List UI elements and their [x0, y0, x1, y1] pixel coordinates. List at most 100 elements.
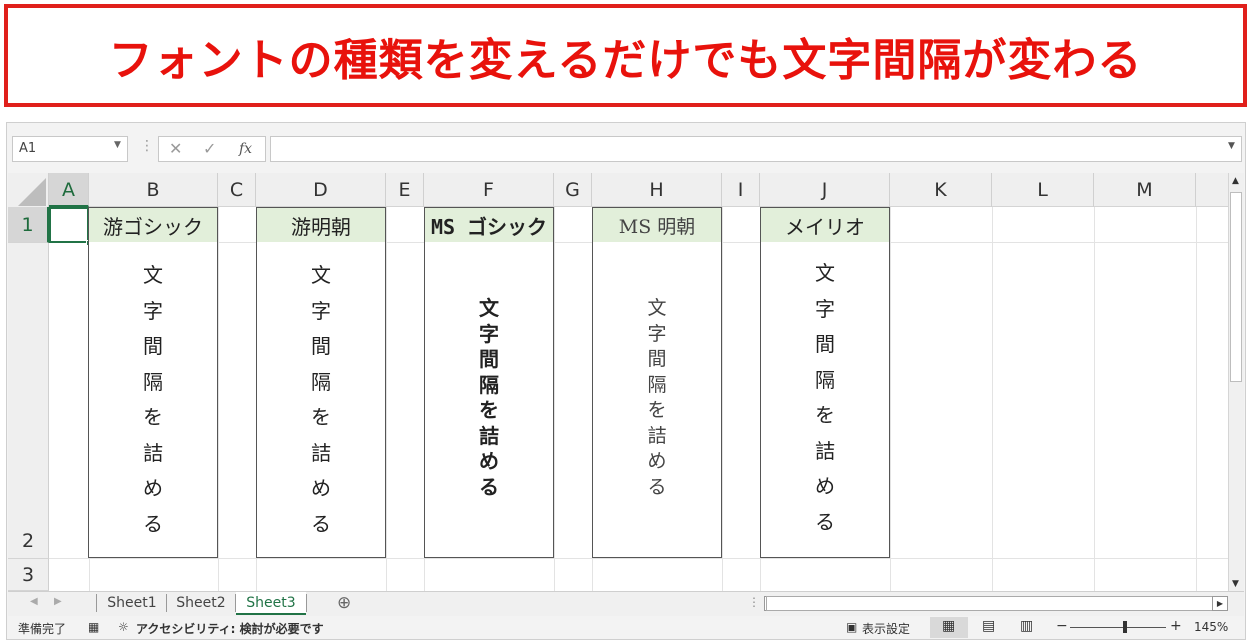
- column-header-f[interactable]: F: [424, 173, 554, 207]
- grid-line: [386, 207, 387, 591]
- sample-char: る: [143, 511, 163, 536]
- tab-sheet3[interactable]: Sheet3: [236, 592, 306, 615]
- drag-handle-icon[interactable]: ⋮: [140, 138, 154, 154]
- select-all-triangle-icon[interactable]: [18, 178, 46, 206]
- grid-line: [1196, 207, 1197, 591]
- sample-char: 隔: [647, 373, 667, 396]
- vertical-scroll-thumb[interactable]: [1230, 192, 1242, 382]
- split-handle-icon[interactable]: ⋮: [748, 595, 760, 609]
- font-sample-ms-mincho[interactable]: 文 字 間 隔 を 詰 め る: [592, 242, 722, 558]
- sample-char: 隔: [815, 367, 835, 392]
- sample-char: 詰: [143, 440, 163, 465]
- sample-char: 字: [479, 321, 499, 346]
- sample-char: 間: [143, 334, 163, 358]
- sample-char: 字: [647, 322, 667, 345]
- active-cell-a1[interactable]: [49, 207, 89, 243]
- sample-char: 文: [479, 296, 499, 320]
- zoom-out-icon[interactable]: −: [1056, 618, 1068, 634]
- banner-title: フォントの種類を変えるだけでも文字間隔が変わる: [108, 34, 1143, 86]
- column-header-m[interactable]: M: [1094, 173, 1196, 207]
- font-sample-meiryo[interactable]: 文 字 間 隔 を 詰 め る: [760, 242, 890, 558]
- font-sample-ms-gothic[interactable]: 文 字 間 隔 を 詰 め る: [424, 242, 554, 558]
- column-header-k[interactable]: K: [890, 173, 992, 207]
- zoom-level[interactable]: 145%: [1194, 620, 1228, 634]
- font-header-yu-gothic[interactable]: 游ゴシック: [88, 207, 218, 243]
- sample-char: 字: [311, 298, 331, 323]
- column-header-e[interactable]: E: [386, 173, 424, 207]
- zoom-slider-thumb[interactable]: [1123, 621, 1127, 633]
- sample-char: め: [143, 476, 163, 500]
- display-settings-icon[interactable]: ▣: [846, 620, 857, 634]
- sample-char: 詰: [647, 424, 667, 447]
- sample-char: 字: [143, 298, 163, 323]
- cancel-icon[interactable]: ✕: [169, 139, 182, 158]
- sample-char: 詰: [311, 440, 331, 465]
- insert-function-icon[interactable]: fx: [239, 141, 252, 157]
- tab-divider: [96, 594, 97, 612]
- add-sheet-icon[interactable]: ⊕: [337, 593, 351, 613]
- next-sheet-icon[interactable]: ▶: [54, 596, 62, 607]
- title-banner: フォントの種類を変えるだけでも文字間隔が変わる: [4, 4, 1247, 107]
- sample-char: を: [311, 405, 331, 429]
- formula-input[interactable]: [270, 136, 1242, 162]
- font-header-ms-mincho[interactable]: MS 明朝: [592, 207, 722, 243]
- sample-char: 隔: [311, 369, 331, 394]
- page-layout-view-icon[interactable]: ▤: [982, 618, 995, 634]
- chevron-down-icon[interactable]: ▼: [114, 140, 121, 150]
- column-header-b[interactable]: B: [89, 173, 218, 207]
- column-header-g[interactable]: G: [554, 173, 592, 207]
- font-header-ms-gothic[interactable]: MS ゴシック: [424, 207, 554, 243]
- column-headers: A B C D E F G H I J K L M: [8, 173, 1238, 207]
- scroll-right-icon[interactable]: ▶: [1212, 596, 1228, 611]
- page-break-view-icon[interactable]: ▥: [1020, 618, 1033, 634]
- sample-char: 文: [311, 263, 331, 287]
- display-settings-label[interactable]: 表示設定: [862, 620, 910, 637]
- name-box[interactable]: A1: [12, 136, 128, 162]
- sample-char: 間: [815, 332, 835, 356]
- zoom-slider-track[interactable]: [1070, 627, 1166, 628]
- sample-char: る: [815, 509, 835, 534]
- grid-line: [554, 207, 555, 591]
- tab-sheet1[interactable]: Sheet1: [98, 592, 166, 615]
- grid-line: [218, 207, 219, 591]
- expand-formula-bar-icon[interactable]: ▼: [1228, 141, 1235, 151]
- grid-line: [49, 558, 1229, 559]
- column-header-d[interactable]: D: [256, 173, 386, 207]
- enter-icon[interactable]: ✓: [203, 139, 216, 158]
- sample-char: め: [479, 449, 499, 473]
- accessibility-icon[interactable]: ☼: [118, 620, 129, 634]
- normal-view-icon[interactable]: ▦: [942, 618, 955, 634]
- scroll-down-icon[interactable]: ▼: [1232, 579, 1239, 589]
- font-sample-yu-gothic[interactable]: 文 字 間 隔 を 詰 め る: [88, 242, 218, 558]
- row-header-2[interactable]: 2: [8, 243, 49, 559]
- sample-char: 字: [815, 296, 835, 321]
- scroll-up-icon[interactable]: ▲: [1232, 176, 1239, 186]
- tab-divider: [306, 594, 307, 612]
- font-header-yu-mincho[interactable]: 游明朝: [256, 207, 386, 243]
- column-header-a[interactable]: A: [49, 173, 89, 207]
- sample-char: め: [311, 476, 331, 500]
- accessibility-status[interactable]: アクセシビリティ: 検討が必要です: [136, 620, 324, 637]
- row-header-2-label: 2: [21, 530, 35, 552]
- sample-char: を: [479, 398, 499, 422]
- column-header-h[interactable]: H: [592, 173, 722, 207]
- previous-sheet-icon[interactable]: ◀: [30, 596, 38, 607]
- column-header-i[interactable]: I: [722, 173, 760, 207]
- tab-sheet2[interactable]: Sheet2: [167, 592, 235, 615]
- sample-char: 文: [815, 261, 835, 285]
- horizontal-scrollbar[interactable]: [766, 596, 1228, 611]
- sample-char: 間: [479, 347, 499, 371]
- macro-record-icon[interactable]: ▦: [88, 620, 99, 634]
- row-header-3[interactable]: 3: [8, 559, 49, 591]
- column-header-l[interactable]: L: [992, 173, 1094, 207]
- formula-buttons: ✕ ✓ fx: [158, 136, 266, 162]
- row-header-1[interactable]: 1: [8, 207, 49, 243]
- column-header-c[interactable]: C: [218, 173, 256, 207]
- grid-line: [890, 207, 891, 591]
- sample-char: を: [647, 399, 667, 421]
- sample-char: 文: [143, 263, 163, 287]
- font-sample-yu-mincho[interactable]: 文 字 間 隔 を 詰 め る: [256, 242, 386, 558]
- column-header-j[interactable]: J: [760, 173, 890, 207]
- font-header-meiryo[interactable]: メイリオ: [760, 207, 890, 243]
- zoom-in-icon[interactable]: +: [1170, 618, 1182, 634]
